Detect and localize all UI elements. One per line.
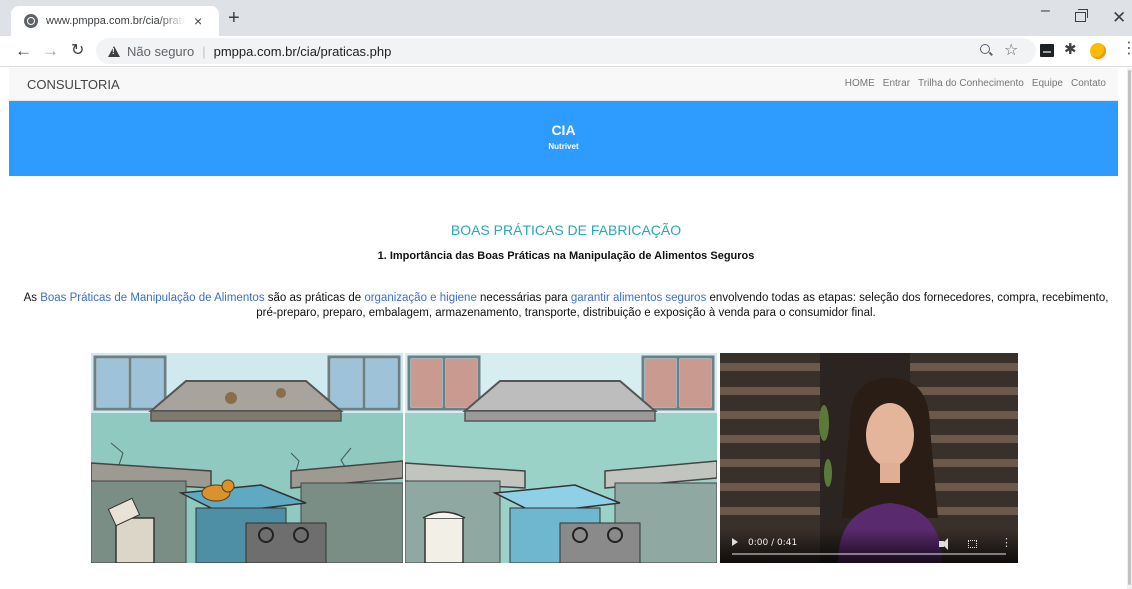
brand-link[interactable]: CONSULTORIA — [27, 77, 120, 92]
warning-icon[interactable] — [108, 45, 120, 57]
zoom-icon[interactable] — [980, 44, 990, 54]
intro-highlight: garantir alimentos seguros — [570, 292, 707, 304]
clean-kitchen-image — [405, 353, 717, 563]
nav-link-trilha[interactable]: Trilha do Conhecimento — [918, 78, 1024, 89]
new-tab-button[interactable]: + — [228, 8, 240, 28]
intro-highlight: Boas Práticas de Manipulação de Alimento… — [40, 292, 265, 304]
video-controls: 0:00 / 0:41 ⋮ — [720, 529, 1018, 563]
reload-icon[interactable]: ↻ — [71, 40, 84, 62]
intro-text: necessárias para — [476, 292, 571, 304]
intro-paragraph: As Boas Práticas de Manipulação de Alime… — [20, 291, 1112, 321]
not-secure-label[interactable]: Não seguro — [127, 44, 194, 59]
video-player[interactable]: 0:00 / 0:41 ⋮ — [720, 353, 1018, 563]
browser-toolbar: ← → ↻ Não seguro | pmppa.com.br/cia/prat… — [0, 36, 1132, 67]
browser-tab[interactable]: www.pmppa.com.br/cia/praticas.php × — [11, 6, 219, 36]
nav-link-contato[interactable]: Contato — [1071, 78, 1106, 89]
video-progress-bar[interactable] — [732, 553, 1006, 555]
nav-link-home[interactable]: HOME — [845, 78, 875, 89]
address-bar[interactable]: Não seguro | pmppa.com.br/cia/praticas.p… — [96, 38, 1036, 64]
puzzle-icon[interactable]: ✱ — [1064, 40, 1077, 58]
more-options-icon[interactable]: ⋮ — [1001, 538, 1012, 549]
back-icon[interactable]: ← — [15, 40, 32, 62]
profile-icon[interactable] — [1090, 43, 1106, 59]
site-navbar: CONSULTORIA HOME Entrar Trilha do Conhec… — [9, 68, 1118, 101]
volume-icon[interactable] — [939, 538, 948, 550]
intro-highlight: organização e higiene — [364, 292, 477, 304]
nav-links: HOME Entrar Trilha do Conhecimento Equip… — [845, 78, 1106, 89]
intro-text: são as práticas de — [264, 292, 365, 304]
section-title: BOAS PRÁTICAS DE FABRICAÇÃO — [450, 222, 682, 238]
globe-icon — [24, 14, 38, 28]
dirty-kitchen-image — [91, 353, 403, 563]
minimize-icon[interactable]: ‒ — [1041, 2, 1050, 20]
url-text[interactable]: pmppa.com.br/cia/praticas.php — [214, 44, 392, 59]
hero-title: CIA — [551, 122, 576, 138]
nav-link-entrar[interactable]: Entrar — [883, 78, 910, 89]
nav-link-equipe[interactable]: Equipe — [1032, 78, 1063, 89]
fullscreen-icon[interactable] — [968, 540, 977, 548]
browser-tabstrip: www.pmppa.com.br/cia/praticas.php × + ‒ … — [0, 0, 1132, 36]
window-close-icon[interactable]: ✕ — [1112, 8, 1126, 28]
intro-text: As — [23, 292, 41, 304]
video-time: 0:00 / 0:41 — [748, 538, 798, 548]
omnibox-separator: | — [202, 43, 206, 59]
play-icon[interactable] — [732, 538, 738, 546]
tab-title: www.pmppa.com.br/cia/praticas.php — [46, 15, 186, 27]
section-subtitle: 1. Importância das Boas Práticas na Mani… — [377, 250, 755, 262]
hero-subtitle: Nutrivet — [548, 142, 579, 151]
forward-icon[interactable]: → — [42, 40, 59, 62]
hero-banner: CIA Nutrivet — [9, 101, 1118, 176]
restore-icon[interactable] — [1075, 9, 1088, 22]
star-icon[interactable]: ☆ — [1004, 40, 1018, 60]
page-scrollbar-thumb[interactable] — [1128, 70, 1131, 585]
tab-close-icon[interactable]: × — [194, 14, 202, 28]
menu-icon[interactable]: ⋮ — [1121, 41, 1132, 57]
extension-icon[interactable] — [1040, 44, 1054, 57]
